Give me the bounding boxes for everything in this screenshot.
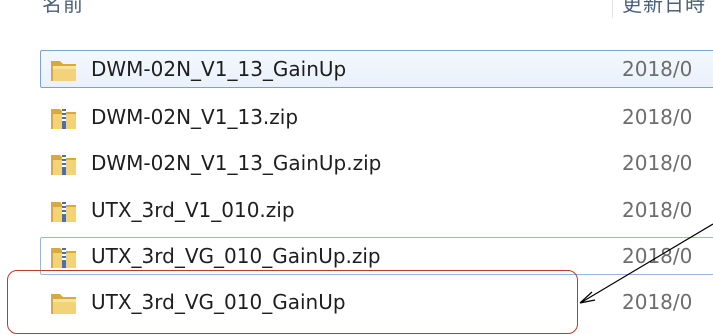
file-name: DWM-02N_V1_13_GainUp	[91, 57, 347, 81]
zip-folder-icon	[49, 198, 79, 224]
file-name: UTX_3rd_V1_010.zip	[91, 198, 295, 222]
annotation-arrow	[579, 223, 713, 304]
file-date-modified: 2018/0	[622, 151, 693, 175]
folder-icon	[49, 57, 79, 83]
column-divider[interactable]	[612, 0, 613, 18]
file-name: DWM-02N_V1_13_GainUp.zip	[91, 151, 382, 175]
zip-folder-icon	[49, 244, 79, 270]
file-explorer-window: 名前 更新日時 DWM-02N_V1_13_GainUp 2018/0 DWM-…	[0, 0, 713, 335]
file-date-modified: 2018/0	[622, 198, 693, 222]
file-row-dwm-02n-zip[interactable]: DWM-02N_V1_13.zip 2018/0	[40, 98, 713, 136]
file-name: UTX_3rd_VG_010_GainUp.zip	[91, 244, 381, 268]
annotation-highlight-box	[7, 270, 578, 334]
zip-folder-icon	[49, 105, 79, 131]
file-name: DWM-02N_V1_13.zip	[91, 105, 299, 129]
file-date-modified: 2018/0	[622, 57, 693, 81]
file-row-dwm-02n-gainup-folder[interactable]: DWM-02N_V1_13_GainUp 2018/0	[40, 50, 713, 88]
file-date-modified: 2018/0	[622, 105, 693, 129]
file-row-dwm-02n-gainup-zip[interactable]: DWM-02N_V1_13_GainUp.zip 2018/0	[40, 144, 713, 182]
zip-folder-icon	[49, 151, 79, 177]
column-header-name[interactable]: 名前	[42, 0, 84, 17]
column-header-row: 名前 更新日時	[0, 0, 713, 18]
column-header-date-modified[interactable]: 更新日時	[622, 0, 706, 17]
